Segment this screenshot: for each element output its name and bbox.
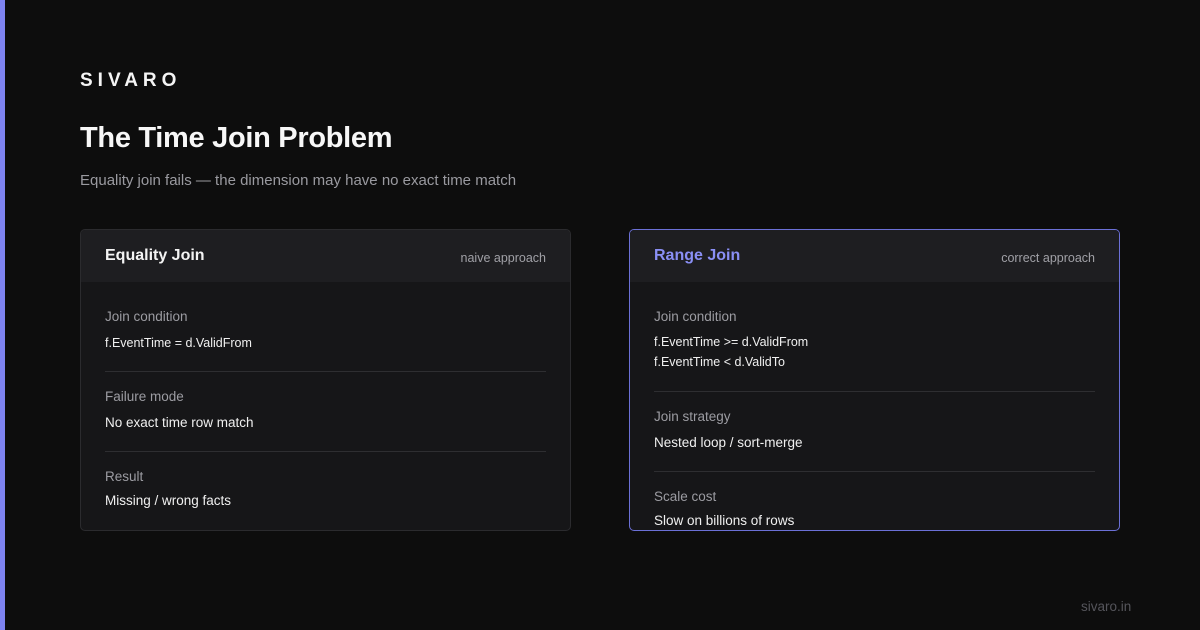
row-value: Nested loop / sort-merge xyxy=(654,435,803,450)
equality-join-card: Equality Join naive approach Join condit… xyxy=(80,229,571,531)
row-value: Missing / wrong facts xyxy=(105,493,232,508)
card-header: Range Join correct approach xyxy=(630,230,1119,282)
row-label: Join condition xyxy=(105,309,188,324)
card-row: Join strategy Nested loop / sort-merge xyxy=(630,392,1119,472)
row-label: Join condition xyxy=(654,309,737,324)
card-row: Scale cost Slow on billions of rows xyxy=(630,472,1119,530)
row-value: f.EventTime >= d.ValidFrom xyxy=(654,335,809,349)
row-value: No exact time row match xyxy=(105,415,254,430)
page-title: The Time Join Problem xyxy=(80,122,393,154)
card-title: Equality Join xyxy=(105,247,205,264)
footer-url: sivaro.in xyxy=(1081,599,1132,614)
card-row: Result Missing / wrong facts xyxy=(81,452,570,530)
row-label: Failure mode xyxy=(105,389,184,404)
card-row: Join condition f.EventTime >= d.ValidFro… xyxy=(630,282,1119,392)
range-join-card: Range Join correct approach Join conditi… xyxy=(629,229,1120,531)
card-title: Range Join xyxy=(654,247,741,264)
card-row: Join condition f.EventTime = d.ValidFrom xyxy=(81,282,570,372)
row-label: Result xyxy=(105,469,144,484)
accent-bar xyxy=(0,0,5,630)
row-value: f.EventTime < d.ValidTo xyxy=(654,355,785,369)
page-subtitle: Equality join fails — the dimension may … xyxy=(80,172,517,189)
row-label: Join strategy xyxy=(654,409,731,424)
row-value: Slow on billions of rows xyxy=(654,513,795,528)
card-tag: naive approach xyxy=(460,250,546,265)
brand-logo: SIVARO xyxy=(80,70,182,91)
card-tag: correct approach xyxy=(1001,250,1095,265)
card-header: Equality Join naive approach xyxy=(81,230,570,282)
row-value: f.EventTime = d.ValidFrom xyxy=(105,336,252,350)
card-row: Failure mode No exact time row match xyxy=(81,372,570,452)
row-label: Scale cost xyxy=(654,489,717,504)
